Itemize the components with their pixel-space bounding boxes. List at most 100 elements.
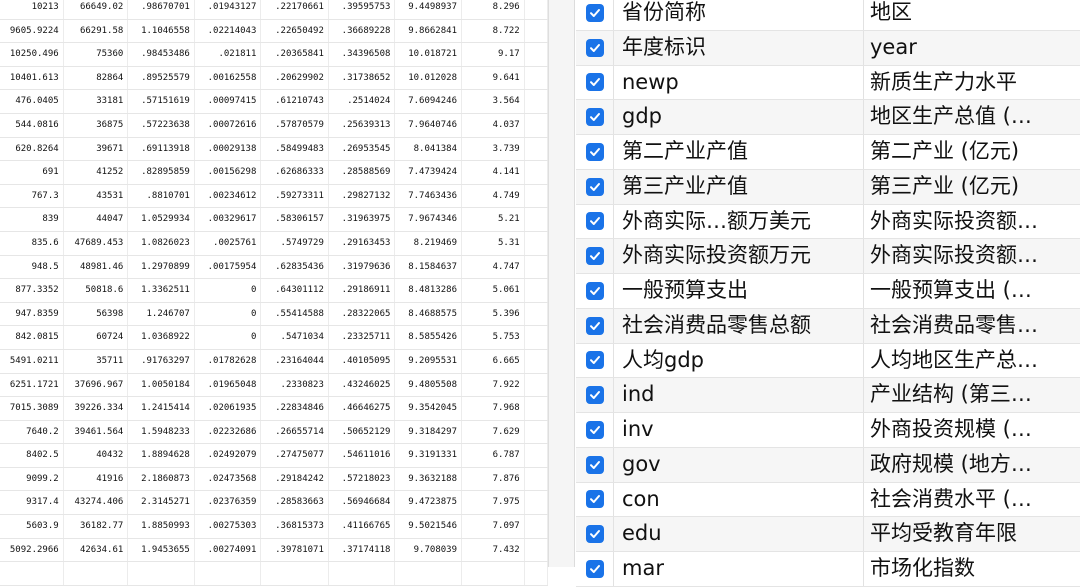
table-cell[interactable]: 1.5948233 [128, 420, 195, 444]
variable-row[interactable]: 第三产业产值 第三产业 (亿元) [576, 169, 1080, 205]
checkbox[interactable] [585, 38, 604, 57]
table-cell[interactable]: 1.246707 [128, 302, 195, 326]
table-cell[interactable]: 1.2415414 [128, 397, 195, 420]
table-cell[interactable]: 42634.61 [64, 538, 129, 562]
table-cell[interactable]: .00275303 [195, 515, 262, 538]
table-cell[interactable]: .58499483 [261, 137, 329, 161]
table-cell[interactable]: 5.061 [462, 279, 525, 302]
variable-row[interactable]: 外商实际…额万美元 外商实际投资额… [576, 204, 1080, 240]
table-cell[interactable]: 56398 [64, 302, 129, 326]
checkbox[interactable] [585, 281, 604, 300]
table-cell[interactable]: 5603.9 [0, 515, 64, 538]
table-cell[interactable]: 8.041384 [395, 137, 462, 161]
table-cell[interactable]: 48981.46 [64, 255, 129, 279]
table-row[interactable]: 7640.2 39461.564 1.5948233.02232686.266557… [0, 420, 548, 445]
table-cell[interactable] [128, 562, 195, 585]
checkbox[interactable] [585, 420, 604, 439]
table-cell[interactable]: .55414588 [261, 302, 329, 326]
table-cell[interactable]: 75360 [64, 43, 129, 66]
variable-row[interactable]: mar 市场化指数 [576, 552, 1080, 587]
table-cell[interactable]: 5.396 [462, 302, 525, 326]
table-cell[interactable]: 6.787 [462, 444, 525, 467]
checkbox-cell[interactable] [576, 378, 614, 412]
table-cell[interactable]: 7.097 [462, 515, 525, 538]
table-cell[interactable]: 50818.6 [64, 279, 129, 302]
table-cell[interactable]: 9605.9224 [0, 19, 64, 43]
table-cell[interactable]: 9.3542045 [395, 397, 462, 420]
checkbox-cell[interactable] [576, 343, 614, 378]
table-cell[interactable]: .82895859 [128, 161, 195, 184]
table-cell[interactable]: 767.3 [0, 184, 64, 208]
checkbox[interactable] [585, 386, 604, 405]
checkbox[interactable] [585, 3, 604, 22]
table-cell[interactable] [525, 231, 548, 255]
table-row[interactable]: 842.0815 60724 1.0368922 0.5471034.23325711… [0, 326, 548, 350]
checkbox-cell[interactable] [576, 517, 614, 551]
table-cell[interactable]: .41166765 [329, 515, 396, 538]
table-cell[interactable]: 7.922 [462, 373, 525, 397]
table-cell[interactable]: .29184242 [261, 467, 329, 491]
table-cell[interactable]: .20629902 [261, 66, 329, 90]
table-cell[interactable]: .22834846 [261, 397, 329, 420]
checkbox-cell[interactable] [576, 0, 614, 30]
table-cell[interactable]: 82864 [64, 66, 129, 90]
table-cell[interactable]: 10250.496 [0, 43, 64, 66]
table-cell[interactable] [329, 562, 396, 585]
table-cell[interactable]: .31963975 [329, 208, 396, 231]
table-cell[interactable]: .25639313 [329, 113, 396, 137]
table-cell[interactable] [525, 0, 548, 19]
table-cell[interactable]: .0025761 [195, 231, 262, 255]
table-cell[interactable]: 8.1584637 [395, 255, 462, 279]
table-cell[interactable]: 43531 [64, 184, 129, 208]
table-cell[interactable]: 1.0826023 [128, 231, 195, 255]
table-cell[interactable]: 691 [0, 161, 64, 184]
table-cell[interactable]: .8810701 [128, 184, 195, 208]
table-cell[interactable]: 0 [195, 326, 262, 349]
table-cell[interactable]: .98453486 [128, 43, 195, 66]
table-cell[interactable]: .91763297 [128, 349, 195, 373]
pane-divider[interactable] [548, 0, 575, 567]
variable-row[interactable]: ind 产业结构 (第三… [576, 378, 1080, 413]
table-cell[interactable] [525, 562, 548, 585]
table-cell[interactable]: .29186911 [329, 279, 396, 302]
checkbox[interactable] [585, 525, 604, 544]
checkbox[interactable] [585, 108, 604, 127]
table-cell[interactable] [525, 19, 548, 43]
checkbox[interactable] [585, 351, 604, 370]
table-cell[interactable] [525, 113, 548, 137]
table-cell[interactable]: 7.968 [462, 397, 525, 420]
table-cell[interactable]: 41252 [64, 161, 129, 184]
table-cell[interactable] [525, 515, 548, 538]
table-cell[interactable]: 10213 [0, 0, 64, 19]
table-cell[interactable]: .01782628 [195, 349, 262, 373]
table-row[interactable]: 10401.613 82864.89525579.00162558.2062990… [0, 66, 548, 91]
table-cell[interactable]: .43246025 [329, 373, 396, 397]
table-cell[interactable]: 2.3145271 [128, 491, 195, 515]
table-cell[interactable]: 835.6 [0, 231, 64, 255]
table-cell[interactable]: .57218023 [329, 467, 396, 491]
table-cell[interactable]: 10401.613 [0, 66, 64, 90]
table-cell[interactable]: 3.739 [462, 137, 525, 161]
table-cell[interactable]: 1.3362511 [128, 279, 195, 302]
table-cell[interactable]: 7.9674346 [395, 208, 462, 231]
table-cell[interactable]: 620.8264 [0, 137, 64, 161]
table-cell[interactable]: .00156298 [195, 161, 262, 184]
table-cell[interactable]: 8.722 [462, 19, 525, 43]
table-cell[interactable]: 35711 [64, 349, 129, 373]
checkbox-cell[interactable] [576, 169, 614, 204]
variable-row[interactable]: inv 外商投资规模 (… [576, 413, 1080, 448]
table-cell[interactable]: .22170661 [261, 0, 329, 19]
table-cell[interactable]: 4.747 [462, 255, 525, 279]
table-row[interactable]: 544.0816 36875.57223638.00072616.57870579… [0, 113, 548, 138]
table-cell[interactable]: 9.3632188 [395, 467, 462, 491]
table-cell[interactable]: 5.753 [462, 326, 525, 349]
table-cell[interactable]: 8.4813286 [395, 279, 462, 302]
table-cell[interactable]: 2.1860873 [128, 467, 195, 491]
checkbox-cell[interactable] [576, 204, 614, 239]
table-cell[interactable]: 8.4688575 [395, 302, 462, 326]
table-cell[interactable]: 9.641 [462, 66, 525, 90]
table-cell[interactable] [525, 349, 548, 373]
table-cell[interactable]: 9.17 [462, 43, 525, 66]
table-cell[interactable] [261, 562, 329, 585]
checkbox-cell[interactable] [576, 447, 614, 482]
